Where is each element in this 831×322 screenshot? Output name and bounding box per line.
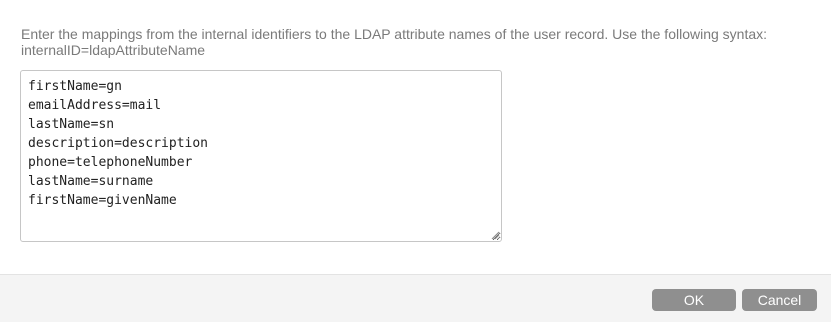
- instructions-text: Enter the mappings from the internal ide…: [21, 26, 768, 58]
- ok-button[interactable]: OK: [652, 289, 736, 311]
- dialog-footer: OK Cancel: [0, 274, 831, 322]
- cancel-button[interactable]: Cancel: [742, 289, 817, 311]
- mappings-textarea[interactable]: [20, 70, 502, 242]
- dialog-content: Enter the mappings from the internal ide…: [0, 0, 831, 274]
- ldap-mapping-dialog: Enter the mappings from the internal ide…: [0, 0, 831, 322]
